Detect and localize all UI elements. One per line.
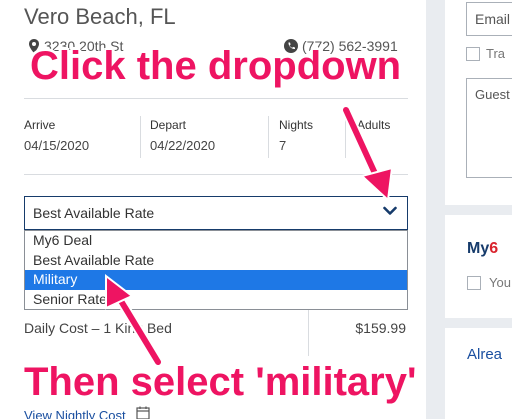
daily-cost-label: Daily Cost – 1 King Bed <box>24 320 172 336</box>
rate-type-selected-value: Best Available Rate <box>33 205 155 221</box>
rate-option-military[interactable]: Military <box>25 270 407 290</box>
divider <box>268 116 269 158</box>
chevron-down-icon[interactable] <box>383 206 397 216</box>
depart-label: Depart <box>150 118 187 132</box>
daily-cost-value: $159.99 <box>355 320 406 336</box>
divider <box>24 174 408 175</box>
travel-checkbox[interactable] <box>466 46 480 61</box>
email-placeholder: Email <box>475 11 511 27</box>
hotel-city: Vero Beach, FL <box>24 4 176 29</box>
adults-field[interactable]: Adults <box>357 118 390 132</box>
rate-option-senior[interactable]: Senior Rate <box>25 290 407 310</box>
email-field[interactable]: Email <box>466 2 512 36</box>
guest-notes-field[interactable]: Guest <box>466 78 512 178</box>
my6-checkbox-row[interactable]: You <box>467 275 511 290</box>
my6-checkbox[interactable] <box>467 275 481 290</box>
adults-label: Adults <box>357 118 391 132</box>
arrive-label: Arrive <box>24 118 56 132</box>
my6-number: 6 <box>489 240 499 257</box>
guest-notes-placeholder: Guest <box>475 87 510 102</box>
nights-field[interactable]: Nights 7 <box>279 118 313 153</box>
annotation-select-military: Then select 'military' <box>24 360 417 404</box>
calendar-icon[interactable] <box>136 406 150 419</box>
rate-type-select[interactable]: Best Available Rate <box>24 196 408 230</box>
panel-gap <box>445 205 512 215</box>
divider <box>140 116 141 158</box>
my6-prefix: My <box>467 240 490 257</box>
panel-gap <box>445 318 512 328</box>
daily-cost-row: Daily Cost – 1 King Bed $159.99 <box>24 320 408 340</box>
arrive-value: 04/15/2020 <box>24 138 90 153</box>
nights-label: Nights <box>279 118 314 132</box>
travel-checkbox-row[interactable]: Tra <box>466 46 505 61</box>
divider <box>24 98 408 99</box>
annotation-click-dropdown: Click the dropdown <box>30 44 402 88</box>
already-member-link[interactable]: Alrea <box>467 346 502 363</box>
travel-checkbox-label: Tra <box>486 46 506 61</box>
depart-field[interactable]: Depart 04/22/2020 <box>150 118 215 153</box>
depart-value: 04/22/2020 <box>150 138 216 153</box>
arrive-field[interactable]: Arrive 04/15/2020 <box>24 118 89 153</box>
nightly-cost-link[interactable]: View Nightly Cost <box>24 408 126 419</box>
divider <box>345 116 346 158</box>
my6-checkbox-label: You <box>489 275 511 290</box>
my6-heading: My6 <box>467 240 498 258</box>
rate-option-best-available[interactable]: Best Available Rate <box>25 251 407 271</box>
rate-type-options: My6 Deal Best Available Rate Military Se… <box>24 230 408 310</box>
nights-value: 7 <box>279 138 287 153</box>
rate-option-my6-deal[interactable]: My6 Deal <box>25 231 407 251</box>
